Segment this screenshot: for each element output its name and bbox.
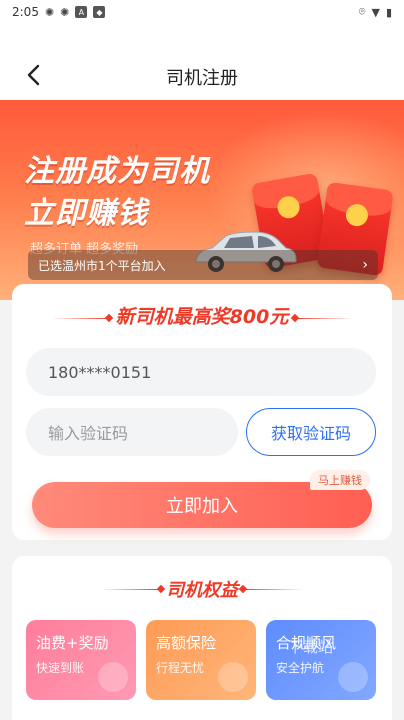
nav-bar: 司机注册 xyxy=(0,24,404,100)
car-icon xyxy=(338,662,368,692)
benefit-fuel-reward[interactable]: 油费+奖励 快速到账 xyxy=(26,620,136,700)
phone-field[interactable]: 180****0151 xyxy=(26,348,376,396)
status-bar: 2:05 ✺ ✺ A ◆ ⌾ ▼ ▮ xyxy=(0,0,404,24)
platform-selector[interactable]: 已选温州市1个平台加入 › xyxy=(28,250,378,280)
banner-title-line2: 立即赚钱 xyxy=(24,196,148,231)
registration-card: 新司机最高奖800元 180****0151 输入验证码 获取验证码 立即加入 … xyxy=(12,284,392,540)
divider-line xyxy=(296,318,352,319)
platform-selector-label: 已选温州市1个平台加入 xyxy=(38,258,166,273)
banner-title-line1: 注册成为司机 xyxy=(24,154,210,189)
coin-icon xyxy=(98,662,128,692)
promo-text: 新司机最高奖800元 xyxy=(115,306,289,328)
benefits-title: 司机权益 xyxy=(166,580,238,601)
location-icon: ⌾ xyxy=(358,5,366,18)
benefits-card: 司机权益 油费+奖励 快速到账 高额保险 行程无忧 合规顺风 下载站 安全护航 xyxy=(12,556,392,720)
shield-icon: ◆ xyxy=(93,6,106,18)
benefit-insurance[interactable]: 高额保险 行程无忧 xyxy=(146,620,256,700)
benefit-title: 高额保险 xyxy=(156,634,217,652)
battery-icon: ▮ xyxy=(385,5,392,19)
wifi-icon: ▼ xyxy=(371,5,380,19)
watermark-text: 下载站 xyxy=(288,638,334,656)
burst-icon: ✺ xyxy=(44,5,55,19)
benefit-title: 油费+奖励 xyxy=(36,634,109,652)
status-right: ⌾ ▼ ▮ xyxy=(359,5,392,19)
join-badge: 马上赚钱 xyxy=(310,470,370,490)
get-code-button[interactable]: 获取验证码 xyxy=(246,408,376,456)
divider-line xyxy=(244,589,304,590)
benefit-compliance[interactable]: 合规顺风 下载站 安全护航 xyxy=(266,620,376,700)
a-box-icon: A xyxy=(75,6,88,18)
chevron-right-icon: › xyxy=(362,257,368,273)
status-left: 2:05 ✺ ✺ A ◆ xyxy=(12,5,106,19)
status-time: 2:05 xyxy=(12,5,39,19)
burst-icon: ✺ xyxy=(60,5,70,19)
verification-code-input[interactable]: 输入验证码 xyxy=(26,408,238,456)
promo-banner: 注册成为司机 立即赚钱 超多订单 超多奖励 已选温州市1个平台加入 › xyxy=(0,100,404,300)
shield-icon xyxy=(218,662,248,692)
page-title: 司机注册 xyxy=(166,68,238,89)
